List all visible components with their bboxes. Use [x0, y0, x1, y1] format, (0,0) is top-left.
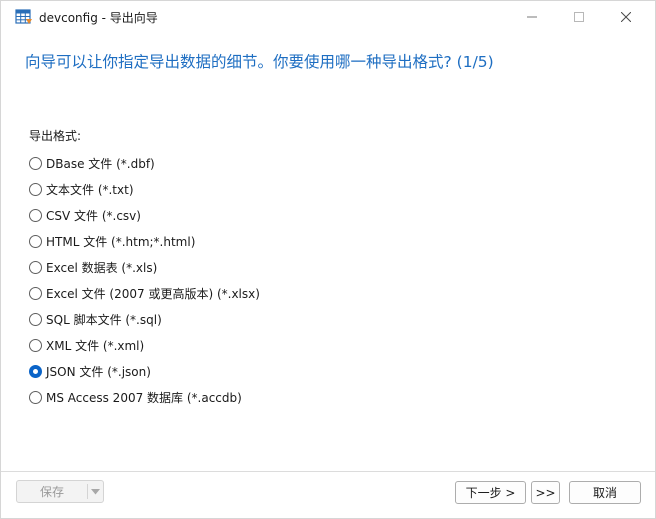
format-option[interactable]: HTML 文件 (*.htm;*.html): [29, 228, 260, 254]
radio-selected-icon[interactable]: [29, 364, 42, 378]
title-bar[interactable]: devconfig - 导出向导: [1, 1, 655, 33]
cancel-button[interactable]: 取消: [569, 481, 641, 504]
format-option-label: DBase 文件 (*.dbf): [46, 156, 155, 171]
radio-empty-icon[interactable]: [29, 260, 42, 274]
footer-divider: [1, 471, 655, 472]
minimize-button[interactable]: [509, 1, 555, 33]
window-title: devconfig - 导出向导: [39, 11, 158, 25]
save-dropdown-button[interactable]: [88, 481, 103, 502]
maximize-button[interactable]: [556, 1, 602, 33]
radio-empty-icon[interactable]: [29, 390, 42, 404]
format-option-label: Excel 数据表 (*.xls): [46, 260, 158, 275]
format-option-label: JSON 文件 (*.json): [46, 364, 151, 379]
format-option-label: 文本文件 (*.txt): [46, 182, 134, 197]
format-option[interactable]: JSON 文件 (*.json): [29, 358, 260, 384]
save-split-button: 保存: [16, 480, 104, 503]
radio-empty-icon[interactable]: [29, 182, 42, 196]
format-option-label: MS Access 2007 数据库 (*.accdb): [46, 390, 242, 405]
radio-empty-icon[interactable]: [29, 338, 42, 352]
format-option[interactable]: Excel 数据表 (*.xls): [29, 254, 260, 280]
radio-empty-icon[interactable]: [29, 234, 42, 248]
close-icon: [621, 12, 631, 22]
format-option-label: HTML 文件 (*.htm;*.html): [46, 234, 196, 249]
format-option[interactable]: 文本文件 (*.txt): [29, 176, 260, 202]
radio-empty-icon[interactable]: [29, 312, 42, 326]
format-option-label: XML 文件 (*.xml): [46, 338, 145, 353]
next-button[interactable]: 下一步 >: [455, 481, 526, 504]
export-format-list: DBase 文件 (*.dbf) 文本文件 (*.txt) CSV 文件 (*.cs…: [29, 150, 260, 410]
last-step-button[interactable]: >>: [531, 481, 560, 504]
format-option[interactable]: DBase 文件 (*.dbf): [29, 150, 260, 176]
radio-empty-icon[interactable]: [29, 156, 42, 170]
format-option[interactable]: CSV 文件 (*.csv): [29, 202, 260, 228]
close-button[interactable]: [603, 1, 649, 33]
radio-empty-icon[interactable]: [29, 286, 42, 300]
table-icon: [15, 8, 33, 26]
format-option[interactable]: Excel 文件 (2007 或更高版本) (*.xlsx): [29, 280, 260, 306]
radio-empty-icon[interactable]: [29, 208, 42, 222]
minimize-icon: [527, 16, 537, 18]
format-option[interactable]: XML 文件 (*.xml): [29, 332, 260, 358]
export-wizard-window: devconfig - 导出向导 向导可以让你指定导出数据的细节。你要使用哪一种…: [0, 0, 656, 519]
format-option-label: SQL 脚本文件 (*.sql): [46, 312, 162, 327]
chevron-down-icon: [91, 488, 100, 494]
export-format-label: 导出格式:: [29, 129, 82, 143]
format-option-label: CSV 文件 (*.csv): [46, 208, 141, 223]
format-option-label: Excel 文件 (2007 或更高版本) (*.xlsx): [46, 286, 260, 301]
format-option[interactable]: SQL 脚本文件 (*.sql): [29, 306, 260, 332]
wizard-heading: 向导可以让你指定导出数据的细节。你要使用哪一种导出格式? (1/5): [25, 53, 494, 71]
save-button[interactable]: 保存: [17, 481, 87, 502]
format-option[interactable]: MS Access 2007 数据库 (*.accdb): [29, 384, 260, 410]
maximize-icon: [574, 12, 584, 22]
